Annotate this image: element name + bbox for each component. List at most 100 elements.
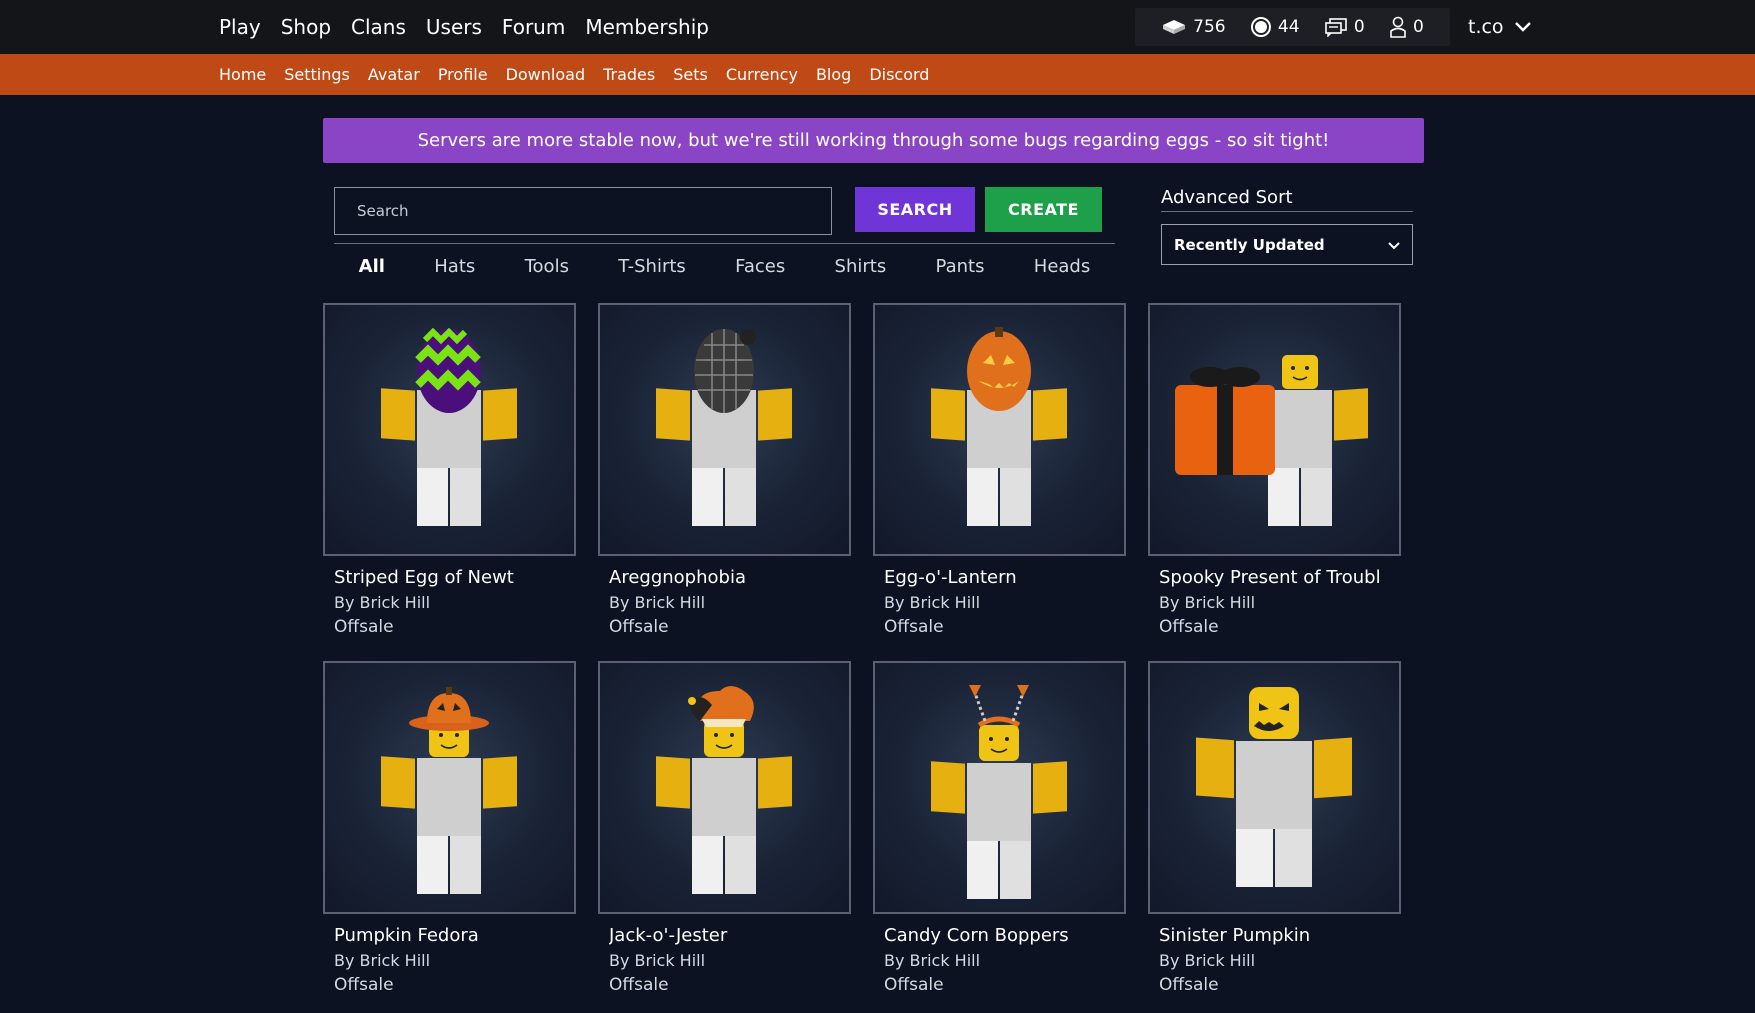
subnav-blog[interactable]: Blog [816,65,851,84]
tab-shirts[interactable]: Shirts [831,256,891,277]
present-icon [1175,355,1368,526]
bits-count: 44 [1277,17,1300,37]
messages-count: 0 [1353,17,1365,37]
item-price: Offsale [609,617,669,637]
sub-nav-links: Home Settings Avatar Profile Download Tr… [219,54,929,95]
category-tabs: All Hats Tools T-Shirts Faces Shirts Pan… [334,256,1115,277]
item-creator[interactable]: By Brick Hill [609,593,851,612]
item-thumbnail[interactable] [1148,303,1401,556]
item-creator[interactable]: By Brick Hill [884,951,1126,970]
subnav-avatar[interactable]: Avatar [368,65,420,84]
subnav-trades[interactable]: Trades [603,65,655,84]
tab-tshirts[interactable]: T-Shirts [614,256,690,277]
divider [1161,211,1413,212]
subnav-currency[interactable]: Currency [726,65,798,84]
nav-clans[interactable]: Clans [351,15,406,39]
bricks-stat[interactable]: 756 [1161,17,1226,37]
bits-stat[interactable]: 44 [1250,16,1300,38]
item-price: Offsale [1159,617,1219,637]
item-thumbnail[interactable] [323,303,576,556]
subnav-discord[interactable]: Discord [869,65,929,84]
item-thumbnail[interactable] [598,661,851,914]
search-input[interactable] [334,187,832,235]
sub-nav: Home Settings Avatar Profile Download Tr… [0,54,1755,95]
item-name[interactable]: Areggnophobia [609,567,851,588]
tab-tools[interactable]: Tools [521,256,573,277]
username: t.co [1468,16,1504,38]
advanced-sort-title: Advanced Sort [1161,187,1293,208]
pumpkin-fedora-icon [381,687,517,894]
item-name[interactable]: Egg-o'-Lantern [884,567,1126,588]
item-creator[interactable]: By Brick Hill [609,951,851,970]
nav-shop[interactable]: Shop [281,15,331,39]
brick-icon [1161,18,1187,36]
candy-corn-boppers-icon [931,685,1067,899]
sort-select[interactable]: Recently Updated [1161,224,1413,265]
item-name[interactable]: Sinister Pumpkin [1159,925,1401,946]
tab-faces[interactable]: Faces [731,256,789,277]
nav-forum[interactable]: Forum [502,15,565,39]
create-button[interactable]: CREATE [985,187,1102,232]
subnav-settings[interactable]: Settings [284,65,350,84]
item-price: Offsale [609,975,669,995]
jester-hat-icon [656,686,792,894]
tab-heads[interactable]: Heads [1030,256,1094,277]
item-thumbnail[interactable] [598,303,851,556]
tab-pants[interactable]: Pants [932,256,989,277]
item-price: Offsale [334,975,394,995]
item-price: Offsale [884,617,944,637]
pumpkin-egg-icon [931,327,1067,526]
item-card: Egg-o'-Lantern By Brick Hill Offsale [873,303,1126,637]
sinister-pumpkin-icon [1196,687,1352,887]
subnav-sets[interactable]: Sets [673,65,708,84]
subnav-download[interactable]: Download [506,65,586,84]
search-button[interactable]: SEARCH [855,187,975,232]
item-creator[interactable]: By Brick Hill [884,593,1126,612]
nav-play[interactable]: Play [219,15,261,39]
item-thumbnail[interactable] [873,661,1126,914]
nav-membership[interactable]: Membership [585,15,709,39]
cage-egg-icon [656,329,792,526]
item-thumbnail[interactable] [323,661,576,914]
tab-all[interactable]: All [355,256,389,277]
currency-stats: 756 44 0 0 [1135,8,1450,46]
item-thumbnail[interactable] [873,303,1126,556]
user-menu[interactable]: t.co [1468,12,1532,42]
main-nav-links: Play Shop Clans Users Forum Membership [219,0,709,54]
user-icon [1389,16,1407,38]
subnav-profile[interactable]: Profile [438,65,488,84]
item-name[interactable]: Pumpkin Fedora [334,925,576,946]
item-price: Offsale [884,975,944,995]
chevron-down-icon [1388,236,1400,254]
item-card: Pumpkin Fedora By Brick Hill Offsale [323,661,576,995]
item-name[interactable]: Candy Corn Boppers [884,925,1126,946]
item-name[interactable]: Jack-o'-Jester [609,925,851,946]
messages-stat[interactable]: 0 [1324,17,1365,37]
item-card: Candy Corn Boppers By Brick Hill Offsale [873,661,1126,995]
friends-count: 0 [1413,17,1424,37]
item-name[interactable]: Spooky Present of Troubl [1159,567,1401,588]
divider [334,243,1115,244]
announcement-banner: Servers are more stable now, but we're s… [323,118,1424,163]
chevron-down-icon [1514,16,1532,38]
subnav-home[interactable]: Home [219,65,266,84]
top-nav: Play Shop Clans Users Forum Membership 7… [0,0,1755,54]
item-card: Jack-o'-Jester By Brick Hill Offsale [598,661,851,995]
item-creator[interactable]: By Brick Hill [334,951,576,970]
bits-icon [1250,16,1272,38]
item-price: Offsale [1159,975,1219,995]
item-card: Striped Egg of Newt By Brick Hill Offsal… [323,303,576,637]
nav-users[interactable]: Users [426,15,482,39]
item-creator[interactable]: By Brick Hill [1159,593,1401,612]
item-creator[interactable]: By Brick Hill [334,593,576,612]
sort-selected-value: Recently Updated [1174,235,1325,254]
item-thumbnail[interactable] [1148,661,1401,914]
tab-hats[interactable]: Hats [430,256,479,277]
item-card: Spooky Present of Troubl By Brick Hill O… [1148,303,1401,637]
item-name[interactable]: Striped Egg of Newt [334,567,576,588]
friends-stat[interactable]: 0 [1389,16,1424,38]
item-creator[interactable]: By Brick Hill [1159,951,1401,970]
bricks-count: 756 [1193,17,1226,37]
item-price: Offsale [334,617,394,637]
messages-icon [1324,17,1348,37]
